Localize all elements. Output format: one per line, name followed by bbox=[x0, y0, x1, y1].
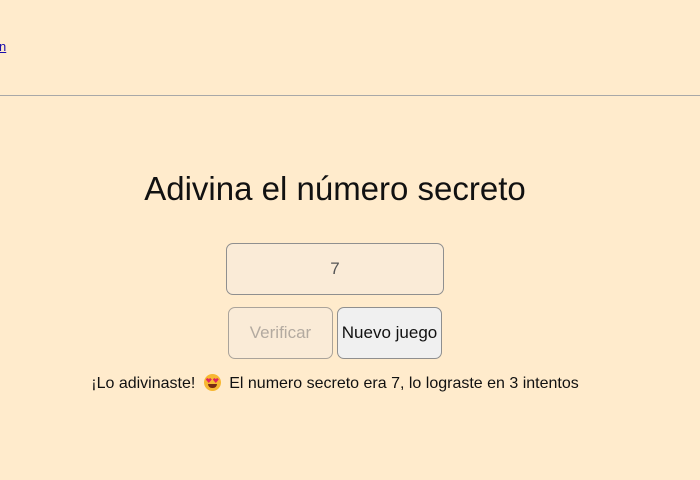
top-link[interactable]: n bbox=[0, 39, 6, 54]
result-message: ¡Lo adivinaste! El numero secreto era 7,… bbox=[0, 374, 670, 393]
star-struck-face-icon bbox=[203, 374, 221, 391]
guess-input[interactable] bbox=[226, 243, 444, 295]
result-prefix: ¡Lo adivinaste! bbox=[91, 375, 196, 392]
verify-button[interactable]: Verificar bbox=[228, 307, 333, 359]
top-section: n bbox=[0, 0, 700, 96]
new-game-button[interactable]: Nuevo juego bbox=[337, 307, 442, 359]
result-detail: El numero secreto era 7, lo lograste en … bbox=[229, 375, 579, 392]
page-title: Adivina el número secreto bbox=[144, 170, 526, 207]
